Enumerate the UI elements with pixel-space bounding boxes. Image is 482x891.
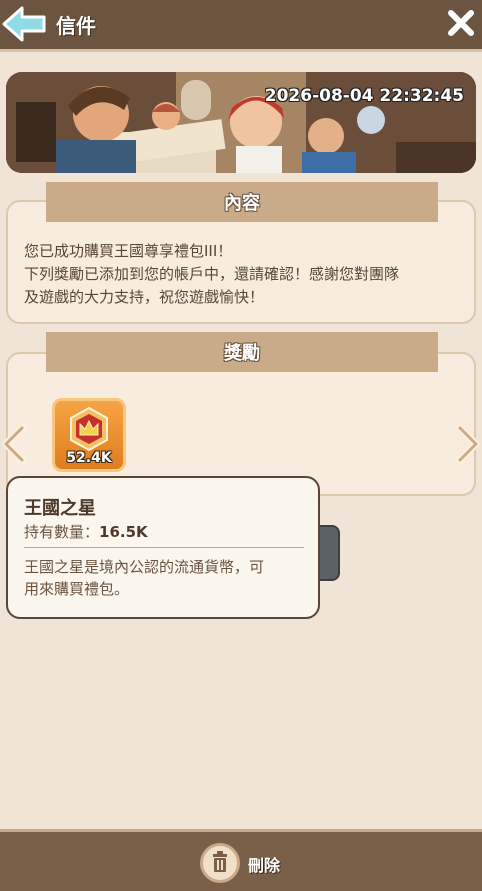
page-title: 信件: [56, 14, 96, 38]
tooltip-desc-line: 王國之星是境內公認的流通貨幣，可: [24, 558, 265, 576]
delete-label: 刪除: [248, 856, 281, 875]
tooltip-owned-count: 持有數量：16.5K: [24, 521, 148, 542]
hidden-action-button[interactable]: [318, 525, 340, 581]
crown-badge-icon: [70, 406, 108, 452]
delete-button[interactable]: 刪除: [200, 843, 300, 883]
item-tooltip: 王國之星 持有數量：16.5K 王國之星是境內公認的流通貨幣，可 用來購買禮包。: [6, 476, 320, 619]
reward-panel-header: 獎勵: [46, 332, 438, 372]
close-icon: [448, 10, 474, 36]
content-panel-header: 內容: [46, 182, 438, 222]
next-arrow-button[interactable]: [456, 424, 482, 464]
reward-item-kingdom-star[interactable]: 52.4K: [52, 398, 126, 472]
trash-icon: [213, 851, 227, 872]
mail-banner-image: 2026-08-04 22:32:45: [6, 72, 476, 173]
content-panel-title: 內容: [224, 193, 260, 214]
owned-count-value: 16.5K: [99, 523, 148, 541]
tooltip-desc-line: 用來購買禮包。: [24, 580, 130, 598]
mail-body-line: 下列獎勵已添加到您的帳戶中，還請確認！感謝您對團隊: [24, 265, 400, 283]
top-bar: 信件: [0, 0, 482, 52]
close-button[interactable]: [446, 8, 476, 38]
chevron-left-icon: [2, 424, 26, 464]
prev-arrow-button[interactable]: [0, 424, 26, 464]
tooltip-divider: [24, 547, 304, 548]
back-arrow-icon: [2, 6, 46, 42]
back-button[interactable]: [2, 6, 48, 42]
delete-icon-circle: [200, 843, 240, 883]
mail-body-line: 及遊戲的大力支持，祝您遊戲愉快！: [24, 288, 265, 306]
owned-count-label: 持有數量：: [24, 523, 100, 541]
tooltip-title: 王國之星: [24, 498, 96, 519]
reward-panel-title: 獎勵: [224, 343, 260, 364]
mail-body-line: 您已成功購買王國尊享禮包III！: [24, 242, 233, 260]
tooltip-description: 王國之星是境內公認的流通貨幣，可 用來購買禮包。: [24, 556, 312, 600]
chevron-right-icon: [456, 424, 480, 464]
mail-date: 2026-08-04 22:32:45: [264, 86, 464, 106]
mail-body: 您已成功購買王國尊享禮包III！ 下列獎勵已添加到您的帳戶中，還請確認！感謝您對…: [24, 240, 464, 309]
reward-quantity: 52.4K: [66, 450, 112, 466]
